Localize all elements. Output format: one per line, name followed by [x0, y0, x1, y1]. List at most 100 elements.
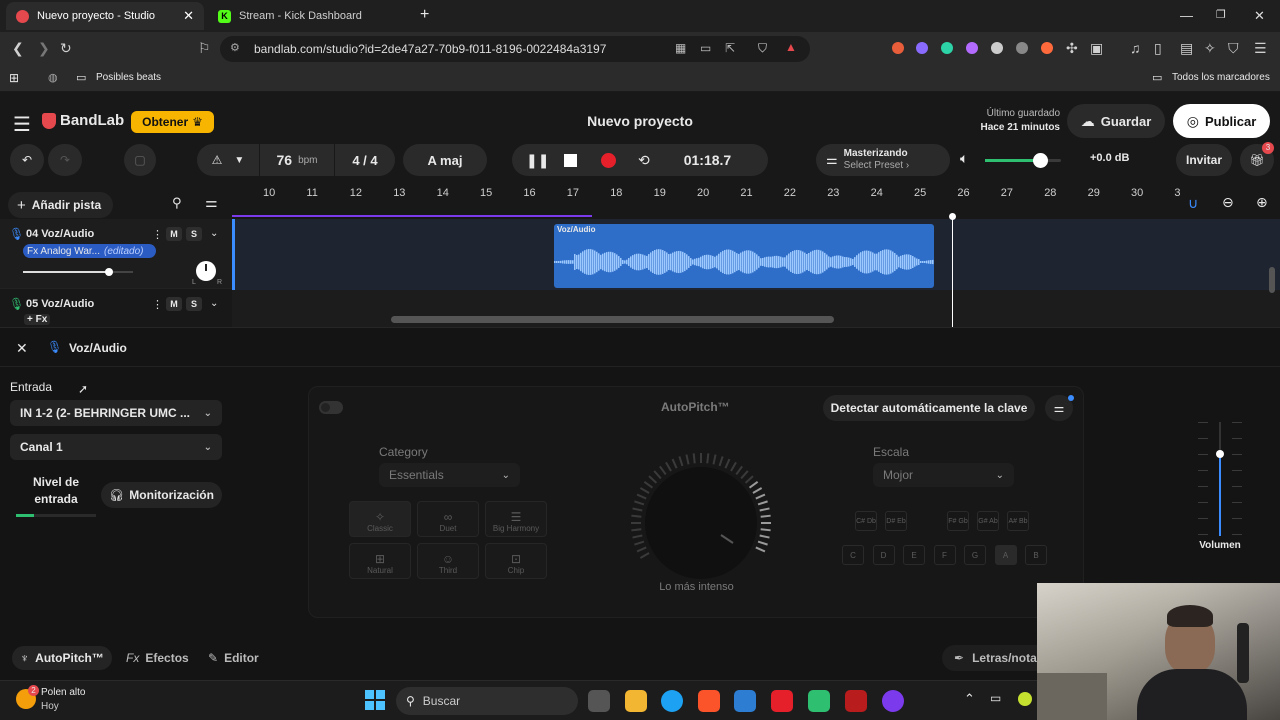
add-fx-button[interactable]: + Fx: [24, 314, 51, 325]
fader-knob[interactable]: [1216, 450, 1224, 458]
invite-button[interactable]: Invitar: [1176, 144, 1232, 176]
extension-icon[interactable]: [1041, 42, 1053, 54]
task-view-icon[interactable]: [588, 690, 610, 712]
share-icon[interactable]: ⇱: [725, 41, 735, 55]
extension-icon[interactable]: [1016, 42, 1028, 54]
chevron-up-icon[interactable]: ⌃: [964, 691, 975, 707]
key-button[interactable]: E: [903, 545, 925, 565]
bandlab-logo[interactable]: BandLab: [42, 112, 124, 129]
apps-grid-icon[interactable]: ⊞: [9, 71, 19, 85]
save-button[interactable]: ☁ Guardar: [1067, 104, 1165, 138]
playhead-handle[interactable]: [949, 213, 956, 220]
track-menu-icon[interactable]: ⋮: [152, 228, 163, 241]
mixer-icon[interactable]: ⚌: [205, 194, 218, 211]
master-volume-slider[interactable]: [985, 153, 1061, 168]
cast-icon[interactable]: ▭: [700, 41, 711, 55]
key-field[interactable]: A maj: [403, 144, 487, 176]
brave-icon[interactable]: ◍: [48, 71, 58, 84]
media-icon[interactable]: [882, 690, 904, 712]
preset-big-harmony[interactable]: ☰ Big Harmony: [485, 501, 547, 537]
track-volume-knob[interactable]: [104, 268, 113, 276]
track-row[interactable]: 🎙︎ 05 Voz/Audio ⋮ M S ⌄ + Fx: [0, 290, 232, 327]
key-button[interactable]: B: [1025, 545, 1047, 565]
timeline-ruler[interactable]: 10 11 12 13 14 15 16 17 18 19 20 21 22 23 24 25 26 27 28 29…: [232, 187, 1280, 219]
publish-button[interactable]: ◎ Publicar: [1173, 104, 1270, 138]
tab-autopitch[interactable]: ♆ AutoPitch™: [12, 646, 112, 670]
category-select[interactable]: Essentials ⌄: [379, 463, 520, 487]
sidebar-icon[interactable]: ▯: [1154, 40, 1162, 57]
new-tab-button[interactable]: +: [420, 6, 429, 24]
tab-studio[interactable]: Nuevo proyecto - Studio ✕: [6, 2, 204, 30]
speaker-icon[interactable]: 🔈︎: [960, 150, 968, 167]
bookmark-icon[interactable]: ⚐: [198, 40, 211, 57]
close-tab-icon[interactable]: ✕: [183, 8, 194, 24]
forward-icon[interactable]: ❯: [38, 40, 50, 57]
split-button[interactable]: ▢: [124, 144, 156, 176]
window-icon[interactable]: ▣: [1090, 40, 1103, 57]
scale-select[interactable]: Mojor ⌄: [873, 463, 1014, 487]
key-button[interactable]: F# Gb: [947, 511, 969, 531]
key-button[interactable]: A: [994, 545, 1017, 565]
taskbar-search[interactable]: ⚲ Buscar: [396, 687, 578, 715]
mute-button[interactable]: M: [166, 297, 182, 311]
hamburger-menu-icon[interactable]: ☰: [13, 112, 31, 137]
horizontal-scrollbar[interactable]: [391, 316, 834, 323]
mastering-button[interactable]: ⚌ Masterizando Select Preset ›: [816, 144, 950, 176]
reader-icon[interactable]: ▦: [675, 41, 686, 55]
undo-button[interactable]: ↶: [10, 144, 44, 176]
tab-effects[interactable]: Fx Efectos: [126, 651, 189, 665]
shield-icon[interactable]: ⛉: [758, 41, 767, 56]
wallet-icon[interactable]: ▤: [1180, 40, 1193, 57]
bookmark-folder-posibles-beats[interactable]: Posibles beats: [96, 72, 161, 83]
redo-button[interactable]: ↷: [48, 144, 82, 176]
solo-button[interactable]: S: [186, 227, 202, 241]
add-track-button[interactable]: + Añadir pista: [8, 192, 113, 218]
detect-key-button[interactable]: Detectar automáticamente la clave: [823, 395, 1035, 421]
store-icon[interactable]: [734, 690, 756, 712]
close-window-icon[interactable]: ✕: [1254, 8, 1265, 24]
master-volume-knob[interactable]: [1032, 153, 1048, 168]
intensity-knob[interactable]: [629, 451, 773, 595]
rewards-icon[interactable]: ▲: [785, 40, 797, 54]
maximize-icon[interactable]: ❐: [1216, 8, 1226, 21]
key-button[interactable]: D: [872, 545, 895, 565]
preset-third[interactable]: ☺ Third: [417, 543, 479, 579]
weather-title[interactable]: Polen alto: [41, 687, 85, 698]
track-row[interactable]: 🎙︎ 04 Voz/Audio ⋮ M S ⌄ Fx Analog War...…: [0, 219, 232, 289]
tray-icon[interactable]: [1018, 692, 1032, 706]
track-name[interactable]: 04 Voz/Audio: [26, 228, 94, 240]
preset-chip[interactable]: ⊡ Chip: [485, 543, 547, 579]
address-bar[interactable]: ⚙ bandlab.com/studio?id=2de47a27-70b9-f0…: [220, 36, 810, 62]
preset-classic[interactable]: ✧ Classic: [349, 501, 411, 537]
loop-button[interactable]: ⟲: [638, 152, 650, 169]
snap-magnet-icon[interactable]: ∪: [1188, 195, 1198, 212]
project-title[interactable]: Nuevo proyecto: [540, 113, 740, 129]
puzzle-icon[interactable]: ✣: [1066, 40, 1078, 57]
minimize-icon[interactable]: —: [1180, 8, 1193, 23]
tempo-field[interactable]: 76 bpm: [260, 144, 334, 176]
input-device-select[interactable]: IN 1-2 (2- BEHRINGER UMC ... ⌄: [10, 400, 222, 426]
extension-icon[interactable]: [941, 42, 953, 54]
close-panel-icon[interactable]: ✕: [16, 340, 28, 357]
preset-natural[interactable]: ⊞ Natural: [349, 543, 411, 579]
preset-duet[interactable]: ∞ Duet: [417, 501, 479, 537]
mute-button[interactable]: M: [166, 227, 182, 241]
vpn-icon[interactable]: ⛉: [1228, 40, 1239, 57]
extension-icon[interactable]: [966, 42, 978, 54]
playhead[interactable]: [952, 215, 953, 327]
tab-kick[interactable]: K Stream - Kick Dashboard: [208, 2, 408, 30]
pause-button[interactable]: ❚❚: [526, 152, 549, 169]
vertical-scrollbar[interactable]: [1269, 267, 1275, 293]
extension-icon[interactable]: [892, 42, 904, 54]
extension-icon[interactable]: [991, 42, 1003, 54]
reload-icon[interactable]: ↻: [60, 40, 72, 57]
loop-region[interactable]: [232, 215, 592, 217]
record-button[interactable]: [601, 152, 616, 168]
file-explorer-icon[interactable]: [625, 690, 647, 712]
audio-clip[interactable]: Voz/Audio: [554, 224, 934, 288]
pan-knob[interactable]: [196, 261, 216, 281]
zoom-in-icon[interactable]: ⊕: [1256, 194, 1268, 211]
track-fx-chip[interactable]: Fx Analog War... (editado): [23, 244, 156, 258]
key-button[interactable]: C# Db: [855, 511, 877, 531]
track-name[interactable]: 05 Voz/Audio: [26, 298, 94, 310]
